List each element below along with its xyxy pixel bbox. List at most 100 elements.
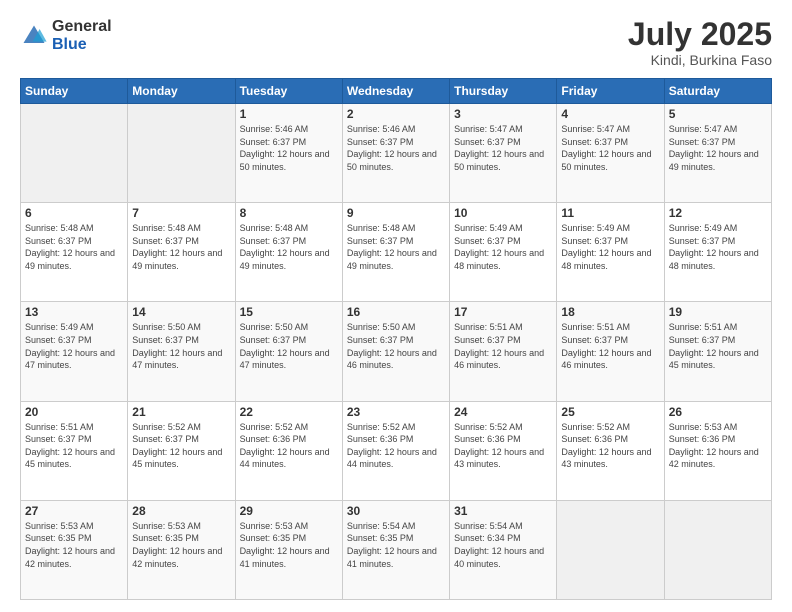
day-number: 11 <box>561 206 659 220</box>
table-row: 25 Sunrise: 5:52 AM Sunset: 6:36 PM Dayli… <box>557 401 664 500</box>
table-row: 22 Sunrise: 5:52 AM Sunset: 6:36 PM Dayli… <box>235 401 342 500</box>
day-number: 7 <box>132 206 230 220</box>
table-row: 31 Sunrise: 5:54 AM Sunset: 6:34 PM Dayli… <box>450 500 557 599</box>
table-row: 3 Sunrise: 5:47 AM Sunset: 6:37 PM Daylig… <box>450 104 557 203</box>
day-number: 19 <box>669 305 767 319</box>
calendar-week-2: 6 Sunrise: 5:48 AM Sunset: 6:37 PM Daylig… <box>21 203 772 302</box>
table-row: 28 Sunrise: 5:53 AM Sunset: 6:35 PM Dayli… <box>128 500 235 599</box>
table-row: 2Sunrise: 5:46 AM Sunset: 6:37 PM Daylig… <box>342 104 449 203</box>
table-row: 10 Sunrise: 5:49 AM Sunset: 6:37 PM Dayli… <box>450 203 557 302</box>
col-tuesday: Tuesday <box>235 79 342 104</box>
day-info: Sunrise: 5:53 AM Sunset: 6:35 PM Dayligh… <box>132 520 230 570</box>
day-number: 3 <box>454 107 552 121</box>
day-info: Sunrise: 5:49 AM Sunset: 6:37 PM Dayligh… <box>669 222 767 272</box>
table-row: 24Sunrise: 5:52 AM Sunset: 6:36 PM Dayli… <box>450 401 557 500</box>
table-row: 12 Sunrise: 5:49 AM Sunset: 6:37 PM Dayli… <box>664 203 771 302</box>
col-thursday: Thursday <box>450 79 557 104</box>
day-info: Sunrise: 5:51 AM Sunset: 6:37 PM Dayligh… <box>25 421 123 471</box>
day-number: 8 <box>240 206 338 220</box>
table-row: 6 Sunrise: 5:48 AM Sunset: 6:37 PM Daylig… <box>21 203 128 302</box>
table-row: 30 Sunrise: 5:54 AM Sunset: 6:35 PM Dayli… <box>342 500 449 599</box>
day-info: Sunrise: 5:52 AM Sunset: 6:36 PM Dayligh… <box>561 421 659 471</box>
day-number: 28 <box>132 504 230 518</box>
day-number: 27 <box>25 504 123 518</box>
location-subtitle: Kindi, Burkina Faso <box>628 52 772 68</box>
col-sunday: Sunday <box>21 79 128 104</box>
table-row: 15Sunrise: 5:50 AM Sunset: 6:37 PM Dayli… <box>235 302 342 401</box>
table-row <box>128 104 235 203</box>
day-number: 13 <box>25 305 123 319</box>
day-number: 5 <box>669 107 767 121</box>
day-number: 29 <box>240 504 338 518</box>
day-number: 6 <box>25 206 123 220</box>
table-row: 1Sunrise: 5:46 AM Sunset: 6:37 PM Daylig… <box>235 104 342 203</box>
calendar-week-1: 1Sunrise: 5:46 AM Sunset: 6:37 PM Daylig… <box>21 104 772 203</box>
day-number: 10 <box>454 206 552 220</box>
table-row <box>664 500 771 599</box>
table-row: 29 Sunrise: 5:53 AM Sunset: 6:35 PM Dayli… <box>235 500 342 599</box>
day-info: Sunrise: 5:52 AM Sunset: 6:36 PM Dayligh… <box>454 421 552 471</box>
day-number: 22 <box>240 405 338 419</box>
day-number: 21 <box>132 405 230 419</box>
table-row: 13 Sunrise: 5:49 AM Sunset: 6:37 PM Dayli… <box>21 302 128 401</box>
day-number: 25 <box>561 405 659 419</box>
day-info: Sunrise: 5:48 AM Sunset: 6:37 PM Dayligh… <box>240 222 338 272</box>
day-number: 12 <box>669 206 767 220</box>
table-row: 17 Sunrise: 5:51 AM Sunset: 6:37 PM Dayli… <box>450 302 557 401</box>
col-wednesday: Wednesday <box>342 79 449 104</box>
day-number: 1 <box>240 107 338 121</box>
table-row: 21 Sunrise: 5:52 AM Sunset: 6:37 PM Dayli… <box>128 401 235 500</box>
day-info: Sunrise: 5:49 AM Sunset: 6:37 PM Dayligh… <box>561 222 659 272</box>
logo-icon <box>20 22 48 50</box>
table-row: 27 Sunrise: 5:53 AM Sunset: 6:35 PM Dayli… <box>21 500 128 599</box>
day-number: 30 <box>347 504 445 518</box>
table-row: 26Sunrise: 5:53 AM Sunset: 6:36 PM Dayli… <box>664 401 771 500</box>
day-info: Sunrise: 5:48 AM Sunset: 6:37 PM Dayligh… <box>347 222 445 272</box>
calendar-header-row: Sunday Monday Tuesday Wednesday Thursday… <box>21 79 772 104</box>
day-number: 2 <box>347 107 445 121</box>
day-number: 17 <box>454 305 552 319</box>
table-row: 7Sunrise: 5:48 AM Sunset: 6:37 PM Daylig… <box>128 203 235 302</box>
col-monday: Monday <box>128 79 235 104</box>
day-info: Sunrise: 5:51 AM Sunset: 6:37 PM Dayligh… <box>454 321 552 371</box>
day-number: 18 <box>561 305 659 319</box>
table-row: 9 Sunrise: 5:48 AM Sunset: 6:37 PM Daylig… <box>342 203 449 302</box>
day-info: Sunrise: 5:53 AM Sunset: 6:35 PM Dayligh… <box>25 520 123 570</box>
day-info: Sunrise: 5:52 AM Sunset: 6:36 PM Dayligh… <box>347 421 445 471</box>
day-number: 31 <box>454 504 552 518</box>
day-info: Sunrise: 5:49 AM Sunset: 6:37 PM Dayligh… <box>454 222 552 272</box>
day-info: Sunrise: 5:47 AM Sunset: 6:37 PM Dayligh… <box>561 123 659 173</box>
day-info: Sunrise: 5:54 AM Sunset: 6:34 PM Dayligh… <box>454 520 552 570</box>
day-number: 9 <box>347 206 445 220</box>
col-friday: Friday <box>557 79 664 104</box>
calendar-week-4: 20 Sunrise: 5:51 AM Sunset: 6:37 PM Dayli… <box>21 401 772 500</box>
table-row: 8 Sunrise: 5:48 AM Sunset: 6:37 PM Daylig… <box>235 203 342 302</box>
day-info: Sunrise: 5:48 AM Sunset: 6:37 PM Dayligh… <box>25 222 123 272</box>
table-row <box>557 500 664 599</box>
day-number: 20 <box>25 405 123 419</box>
table-row: 16Sunrise: 5:50 AM Sunset: 6:37 PM Dayli… <box>342 302 449 401</box>
month-title: July 2025 <box>628 18 772 50</box>
table-row: 18Sunrise: 5:51 AM Sunset: 6:37 PM Dayli… <box>557 302 664 401</box>
title-block: July 2025 Kindi, Burkina Faso <box>628 18 772 68</box>
day-info: Sunrise: 5:49 AM Sunset: 6:37 PM Dayligh… <box>25 321 123 371</box>
logo-general-text: General <box>52 18 112 36</box>
day-number: 4 <box>561 107 659 121</box>
day-info: Sunrise: 5:53 AM Sunset: 6:35 PM Dayligh… <box>240 520 338 570</box>
table-row: 20 Sunrise: 5:51 AM Sunset: 6:37 PM Dayli… <box>21 401 128 500</box>
col-saturday: Saturday <box>664 79 771 104</box>
calendar-week-3: 13 Sunrise: 5:49 AM Sunset: 6:37 PM Dayli… <box>21 302 772 401</box>
day-info: Sunrise: 5:52 AM Sunset: 6:36 PM Dayligh… <box>240 421 338 471</box>
table-row: 11 Sunrise: 5:49 AM Sunset: 6:37 PM Dayli… <box>557 203 664 302</box>
logo-blue-text: Blue <box>52 36 112 54</box>
day-info: Sunrise: 5:50 AM Sunset: 6:37 PM Dayligh… <box>132 321 230 371</box>
calendar-table: Sunday Monday Tuesday Wednesday Thursday… <box>20 78 772 600</box>
table-row: 19 Sunrise: 5:51 AM Sunset: 6:37 PM Dayli… <box>664 302 771 401</box>
day-info: Sunrise: 5:47 AM Sunset: 6:37 PM Dayligh… <box>454 123 552 173</box>
logo: General Blue <box>20 18 112 53</box>
day-info: Sunrise: 5:51 AM Sunset: 6:37 PM Dayligh… <box>669 321 767 371</box>
table-row: 23Sunrise: 5:52 AM Sunset: 6:36 PM Dayli… <box>342 401 449 500</box>
day-info: Sunrise: 5:52 AM Sunset: 6:37 PM Dayligh… <box>132 421 230 471</box>
table-row: 5Sunrise: 5:47 AM Sunset: 6:37 PM Daylig… <box>664 104 771 203</box>
day-info: Sunrise: 5:54 AM Sunset: 6:35 PM Dayligh… <box>347 520 445 570</box>
